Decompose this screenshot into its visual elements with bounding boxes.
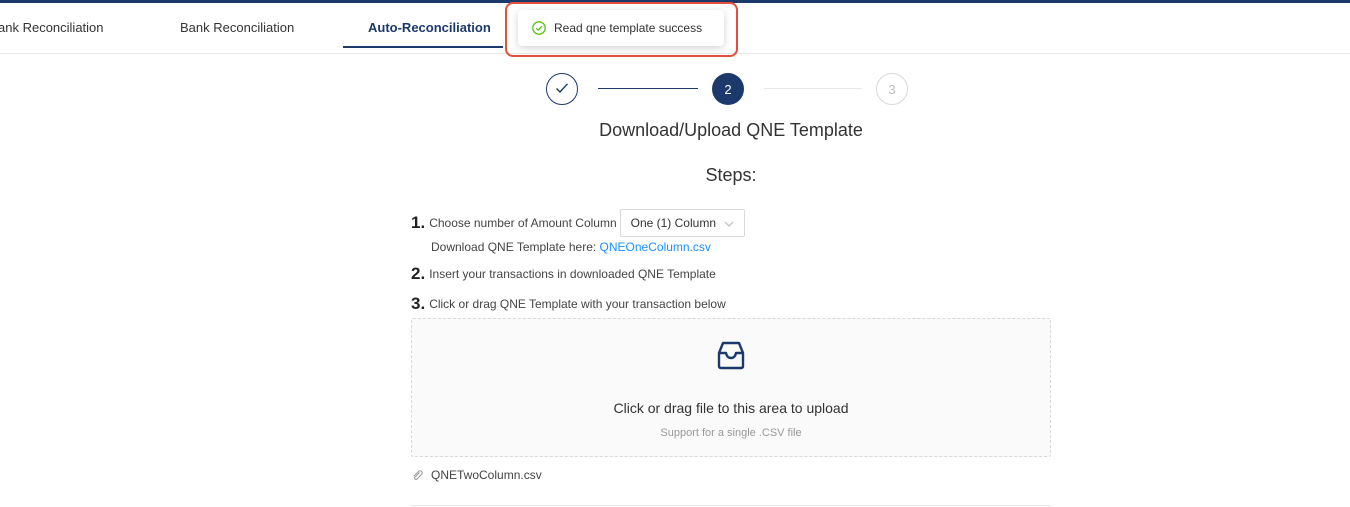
step-1-done [546,73,578,105]
instruction-step-1: 1. Choose number of Amount Column One (1… [411,209,745,237]
step-1-text: Choose number of Amount Column [429,216,617,230]
step-3-number: 3. [411,294,426,313]
download-text: Download QNE Template here: [431,240,597,254]
uploaded-file-name: QNETwoColumn.csv [431,468,542,482]
check-icon [555,82,569,97]
instruction-step-2: 2. Insert your transactions in downloade… [411,263,716,285]
steps-heading: Steps: [705,165,757,185]
active-tab-indicator [343,46,503,48]
page-title: Download/Upload QNE Template [599,120,863,140]
check-circle-icon [532,21,546,35]
step-2-current: 2 [712,73,744,105]
tab-bank-reconciliation-2[interactable]: Bank Reconciliation [180,3,294,54]
tab-bank-reconciliation-1[interactable]: ank Reconciliation [0,3,104,54]
toast-message: Read qne template success [554,21,703,35]
upload-dropzone[interactable]: Click or drag file to this area to uploa… [411,318,1051,457]
download-template-line: Download QNE Template here: QNEOneColumn… [431,240,711,254]
step-3-text: Click or drag QNE Template with your tra… [429,297,726,311]
step-2-text: Insert your transactions in downloaded Q… [429,267,716,281]
upload-hint: Support for a single .CSV file [660,427,802,439]
step-1-number: 1. [411,213,426,232]
bottom-divider [411,505,1051,506]
chevron-down-icon [724,218,734,228]
stepper: 2 3 [546,73,908,105]
download-template-link[interactable]: QNEOneColumn.csv [600,240,711,254]
amount-column-select[interactable]: One (1) Column [619,209,745,237]
success-toast: Read qne template success [518,10,724,46]
instruction-step-3: 3. Click or drag QNE Template with your … [411,293,726,315]
step-3-pending: 3 [876,73,908,105]
inbox-icon [713,339,749,371]
step-2-number: 2. [411,264,426,283]
step-connector-2 [764,88,862,89]
amount-column-value: One (1) Column [630,216,716,230]
paperclip-icon [411,469,423,481]
uploaded-file-item[interactable]: QNETwoColumn.csv [411,466,542,484]
step-connector-1 [598,88,698,89]
upload-instruction: Click or drag file to this area to uploa… [613,400,849,416]
